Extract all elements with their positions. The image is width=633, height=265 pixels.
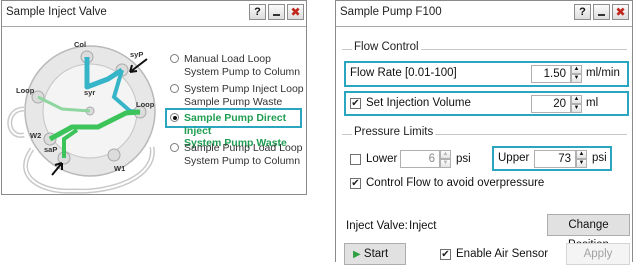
sample-inject-valve-window: Sample Inject Valve ? ✖ Col syP syr Loop… xyxy=(1,0,307,195)
flow-rate-label: Flow Rate [0.01-100] xyxy=(350,67,457,79)
close-icon: ✖ xyxy=(290,5,301,19)
option-line1: Sample Pump Direct Inject xyxy=(184,112,287,137)
sample-pump-window: Sample Pump F100 ? ✖ Flow Control Flow R… xyxy=(335,0,633,265)
pump-window-title: Sample Pump F100 xyxy=(340,6,442,18)
help-icon: ? xyxy=(254,6,261,18)
injection-volume-stepper[interactable]: ▲ ▼ xyxy=(571,95,582,113)
inject-valve-label: Inject Valve: xyxy=(346,220,408,232)
minimize-button[interactable] xyxy=(268,4,285,20)
lower-limit-label: Lower xyxy=(366,153,398,165)
label-w2: W2 xyxy=(30,131,41,140)
pressure-limits-group-label: Pressure Limits xyxy=(352,126,436,138)
lower-limit-stepper[interactable]: ▲ ▼ xyxy=(440,150,451,168)
option-line1: System Pump Inject Loop xyxy=(184,83,304,95)
lower-limit-checkbox[interactable] xyxy=(350,154,361,165)
enable-air-sensor-checkbox[interactable]: ✔ xyxy=(440,249,451,260)
option-line1: Manual Load Loop xyxy=(184,53,271,65)
valve-titlebar: Sample Inject Valve ? ✖ xyxy=(2,1,306,27)
injection-volume-input[interactable]: 20 xyxy=(531,95,571,113)
valve-window-title: Sample Inject Valve xyxy=(6,6,107,18)
radio-manual-load-loop[interactable] xyxy=(170,54,179,63)
enable-air-sensor-label: Enable Air Sensor xyxy=(456,248,549,260)
option-sample-pump-load-loop-label: Sample Pump Load Loop System Pump to Col… xyxy=(184,142,310,167)
option-system-pump-inject-loop-label: System Pump Inject Loop Sample Pump Wast… xyxy=(184,83,310,108)
label-syp: syP xyxy=(130,50,143,59)
label-syr: syr xyxy=(84,88,95,97)
radio-system-pump-inject-loop[interactable] xyxy=(170,84,179,93)
flow-rate-unit: ml/min xyxy=(586,67,620,79)
option-manual-load-loop-label: Manual Load Loop System Pump to Column xyxy=(184,53,310,78)
injection-volume-label: Set Injection Volume xyxy=(366,97,471,109)
play-icon: ▶ xyxy=(353,249,361,260)
valve-diagram: Col syP syr Loop Loop W2 saP W1 xyxy=(7,40,156,194)
checkmark-icon: ✔ xyxy=(441,249,450,260)
upper-limit-label: Upper xyxy=(498,152,530,164)
chevron-down-icon[interactable]: ▼ xyxy=(576,159,587,168)
checkmark-icon: ✔ xyxy=(351,178,360,189)
close-icon: ✖ xyxy=(615,5,626,19)
chevron-up-icon[interactable]: ▲ xyxy=(440,150,451,159)
help-icon: ? xyxy=(579,6,586,18)
chevron-up-icon[interactable]: ▲ xyxy=(576,150,587,159)
injection-volume-checkbox[interactable]: ✔ xyxy=(350,98,361,109)
upper-limit-input[interactable]: 73 xyxy=(534,150,576,168)
control-flow-checkbox[interactable]: ✔ xyxy=(350,178,361,189)
upper-limit-unit: psi xyxy=(592,152,607,164)
chevron-up-icon[interactable]: ▲ xyxy=(571,65,582,74)
port-w1 xyxy=(107,148,121,162)
flow-rate-stepper[interactable]: ▲ ▼ xyxy=(571,65,582,83)
close-button[interactable]: ✖ xyxy=(612,4,629,20)
control-flow-label: Control Flow to avoid overpressure xyxy=(366,177,545,189)
option-line2: Sample Pump Waste xyxy=(184,95,283,108)
upper-limit-stepper[interactable]: ▲ ▼ xyxy=(576,150,587,168)
chevron-down-icon[interactable]: ▼ xyxy=(571,74,582,83)
label-loop-right: Loop xyxy=(136,100,155,109)
inject-valve-value: Inject xyxy=(409,220,437,232)
radio-sample-pump-direct-inject[interactable] xyxy=(170,113,179,122)
label-col: Col xyxy=(74,40,86,49)
checkmark-icon: ✔ xyxy=(351,98,360,109)
label-loop-left: Loop xyxy=(16,86,35,95)
injection-volume-unit: ml xyxy=(586,97,599,109)
chevron-down-icon[interactable]: ▼ xyxy=(440,159,451,168)
option-line1: Sample Pump Load Loop xyxy=(184,142,303,154)
label-w1: W1 xyxy=(114,164,125,173)
chevron-down-icon[interactable]: ▼ xyxy=(571,104,582,113)
start-button-label: Start xyxy=(363,248,389,260)
help-button[interactable]: ? xyxy=(249,4,266,20)
label-sap: saP xyxy=(44,145,57,154)
minimize-icon xyxy=(598,14,605,16)
flow-control-group-label: Flow Control xyxy=(352,41,421,53)
change-position-button[interactable]: Change Position xyxy=(547,214,630,251)
help-button[interactable]: ? xyxy=(574,4,591,20)
option-line2: System Pump to Column xyxy=(184,65,301,78)
chevron-up-icon[interactable]: ▲ xyxy=(571,95,582,104)
close-button[interactable]: ✖ xyxy=(287,4,304,20)
minimize-button[interactable] xyxy=(593,4,610,20)
lower-limit-unit: psi xyxy=(456,153,471,165)
minimize-icon xyxy=(273,14,280,16)
flow-rate-input[interactable]: 1.50 xyxy=(531,65,571,83)
option-line2: System Pump to Column xyxy=(184,154,301,167)
pump-titlebar: Sample Pump F100 ? ✖ xyxy=(336,1,632,27)
radio-sample-pump-load-loop[interactable] xyxy=(170,143,179,152)
lower-limit-input[interactable]: 6 xyxy=(400,150,440,168)
